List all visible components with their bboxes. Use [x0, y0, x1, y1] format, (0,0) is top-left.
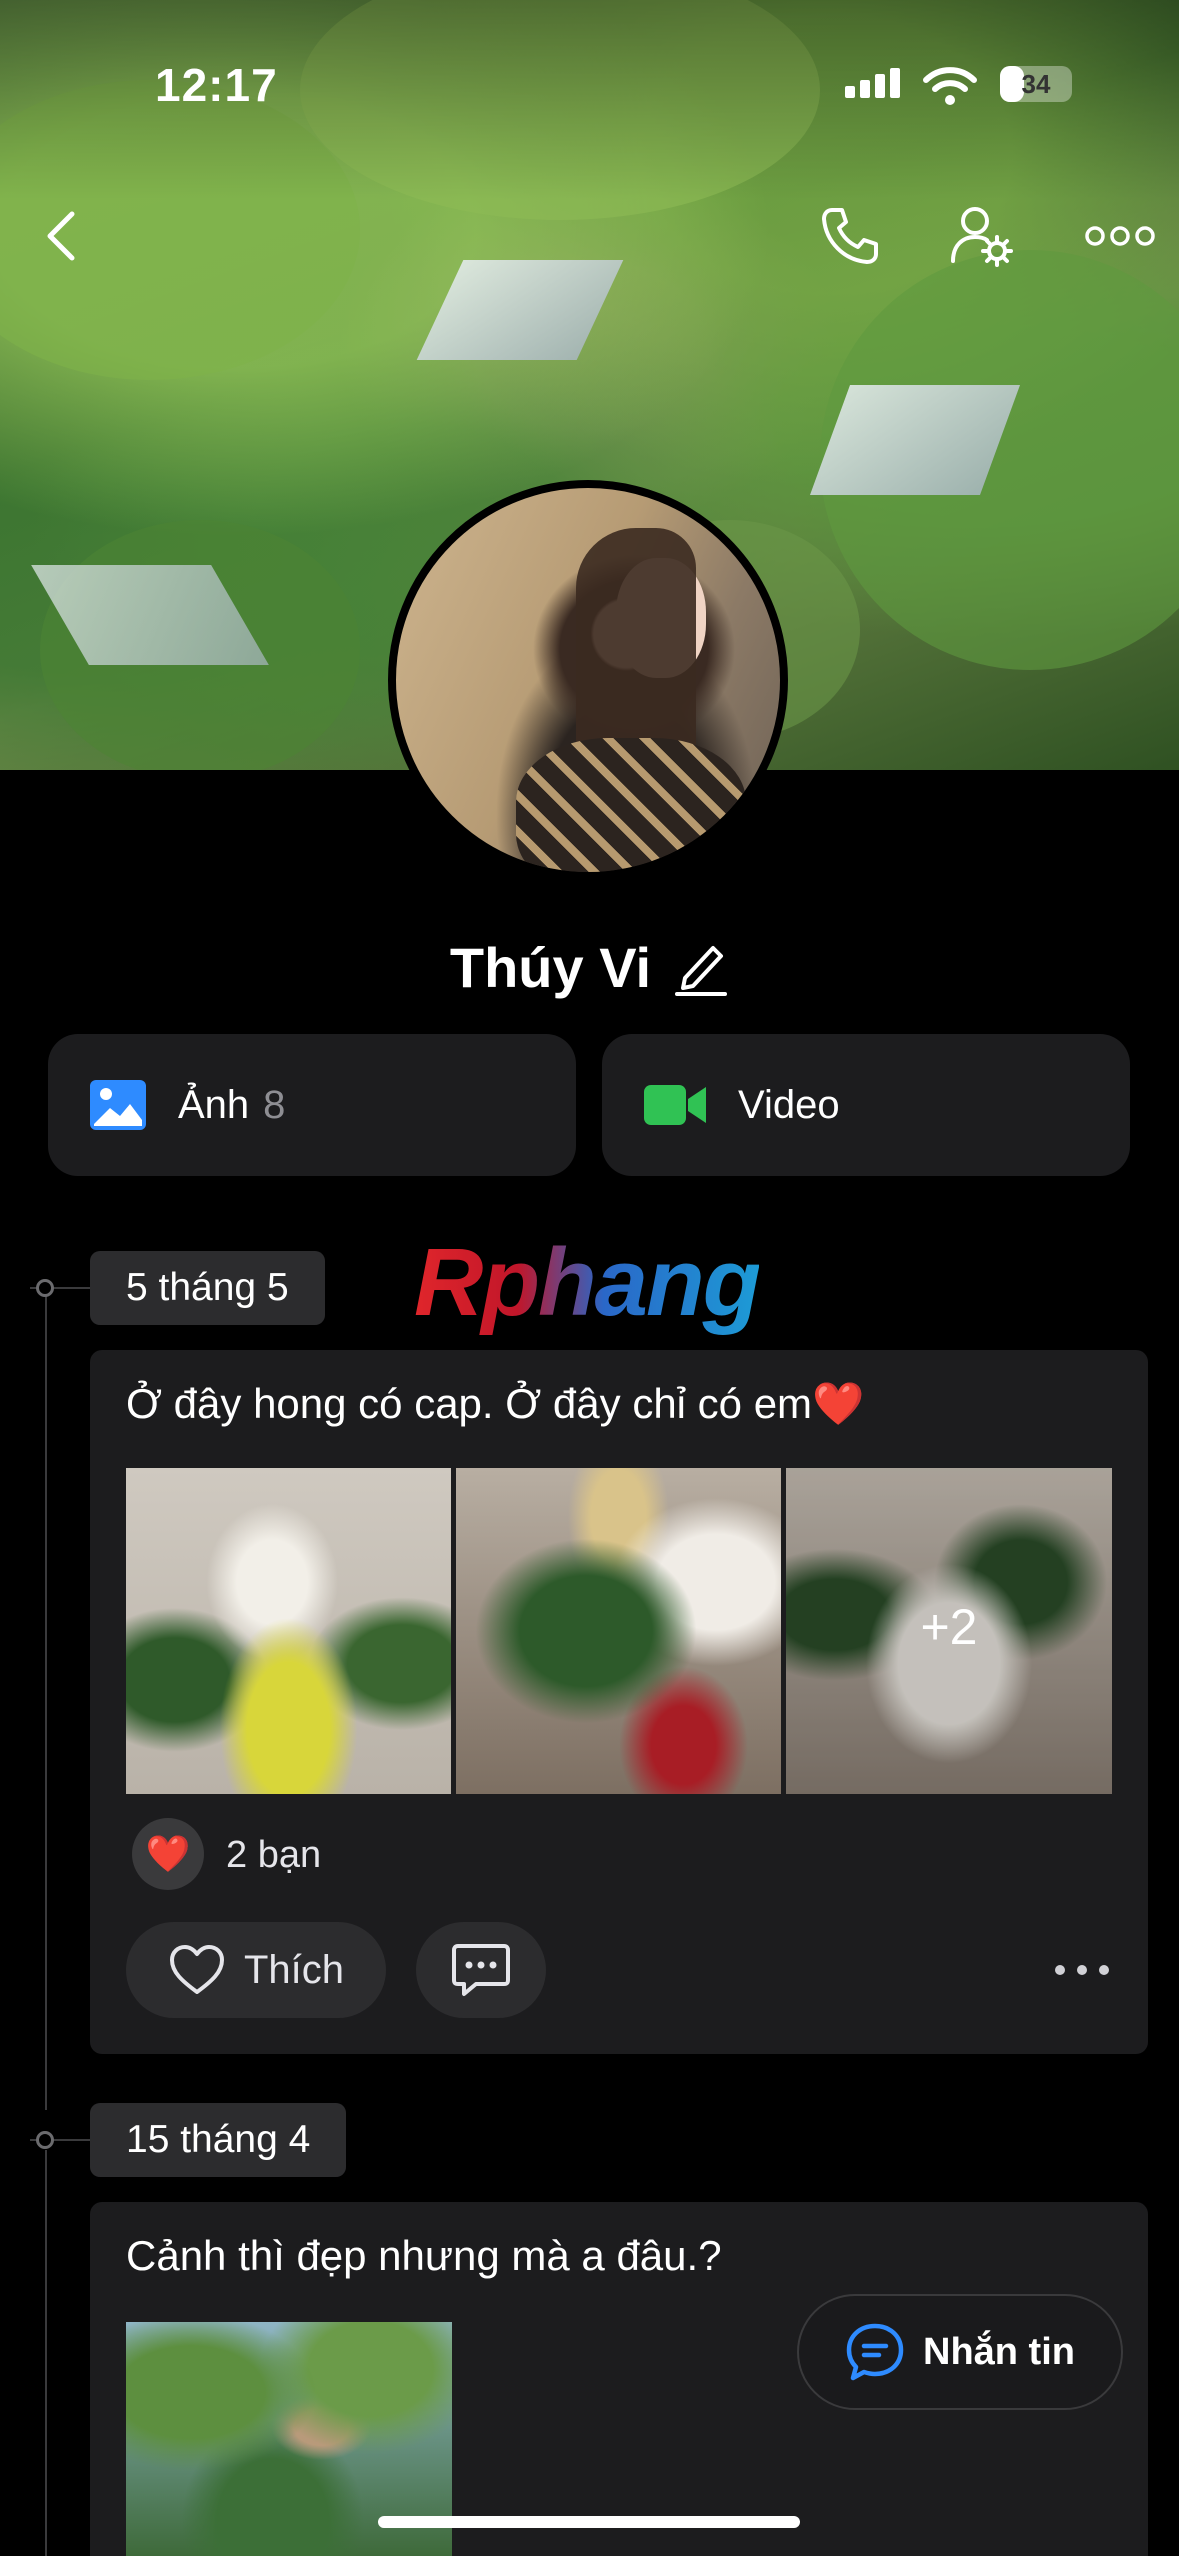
- post-caption: Cảnh thì đẹp nhưng mà a đâu.?: [126, 2232, 722, 2279]
- post-photo[interactable]: [126, 1468, 451, 1794]
- post-photo-more[interactable]: +2: [786, 1468, 1112, 1794]
- video-camera-icon: [644, 1085, 706, 1125]
- post-more-button[interactable]: [1050, 1950, 1114, 1990]
- chevron-left-icon: [47, 211, 75, 261]
- phone-icon: [822, 208, 878, 264]
- photo-icon: [90, 1080, 146, 1130]
- photos-button[interactable]: Ảnh 8: [48, 1034, 576, 1176]
- edit-name-icon[interactable]: [673, 938, 729, 998]
- photos-label: Ảnh: [178, 1082, 250, 1127]
- watermark-logo: Rphang: [414, 1229, 761, 1336]
- timeline-dot: [36, 1279, 54, 1297]
- timeline-line: [45, 2150, 47, 2556]
- profile-settings-button[interactable]: [942, 196, 1022, 276]
- photos-label-group: Ảnh 8: [178, 1083, 285, 1128]
- timeline-line: [45, 1290, 47, 2110]
- status-time: 12:17: [155, 59, 278, 111]
- post-date: 5 tháng 5: [90, 1251, 325, 1325]
- chat-bubble-icon: [846, 2323, 904, 2381]
- photos-count: 8: [263, 1082, 286, 1127]
- battery-level: 34: [1021, 69, 1051, 99]
- post-photo-grid: +2: [126, 1468, 1112, 1794]
- videos-button[interactable]: Video: [602, 1034, 1130, 1176]
- avatar[interactable]: [388, 480, 788, 880]
- avatar-outfit: [516, 738, 746, 872]
- comment-button[interactable]: [416, 1922, 546, 2018]
- comment-icon: [452, 1944, 510, 1996]
- more-options-button[interactable]: [1075, 196, 1165, 276]
- post-photo[interactable]: [456, 1468, 781, 1794]
- heart-outline-icon: [169, 1945, 224, 1994]
- profile-name: Thúy Vi: [449, 936, 652, 999]
- timeline-dot: [36, 2131, 54, 2149]
- like-label: Thích: [243, 1947, 345, 1992]
- reaction-summary[interactable]: 2 bạn: [226, 1834, 321, 1877]
- more-dots-icon: [1055, 1965, 1109, 1975]
- wifi-icon: [923, 67, 977, 105]
- more-photos-count: +2: [920, 1599, 978, 1655]
- cellular-signal-icon: [845, 68, 903, 98]
- cover-mirror-cube: [416, 260, 624, 360]
- more-horizontal-icon: [1085, 226, 1155, 246]
- call-button[interactable]: [810, 196, 890, 276]
- message-button[interactable]: Nhắn tin: [797, 2294, 1123, 2410]
- home-indicator[interactable]: [378, 2516, 800, 2528]
- post-date: 15 tháng 4: [90, 2103, 347, 2177]
- back-button[interactable]: [22, 196, 102, 276]
- reaction-heart-icon[interactable]: ❤️: [132, 1818, 204, 1890]
- profile-name-row: Thúy Vi: [0, 935, 1179, 1000]
- message-button-label: Nhắn tin: [923, 2330, 1075, 2373]
- videos-label: Video: [738, 1082, 840, 1127]
- post-card: Ở đây hong có cap. Ở đây chỉ có em❤️ +2 …: [90, 1350, 1148, 2054]
- user-settings-icon: [951, 207, 1013, 267]
- like-button[interactable]: Thích: [126, 1922, 386, 2018]
- battery-indicator: 34: [1000, 66, 1072, 102]
- post-caption: Ở đây hong có cap. Ở đây chỉ có em❤️: [126, 1380, 865, 1427]
